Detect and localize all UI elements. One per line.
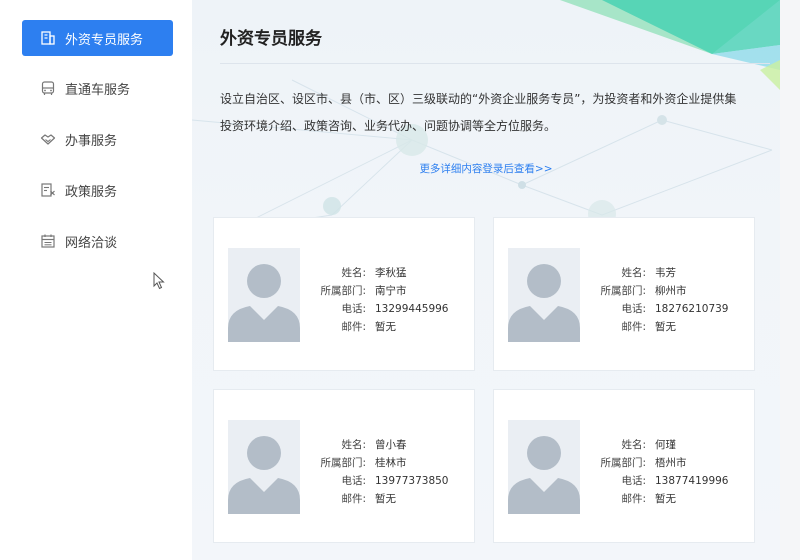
specialist-department: 桂林市: [375, 457, 407, 469]
name-label: 姓名:: [341, 439, 366, 451]
specialist-email: 暂无: [655, 321, 676, 333]
page-title: 外资专员服务: [220, 29, 322, 49]
phone-label: 电话:: [621, 303, 646, 315]
sidebar: 外资专员服务 直通车服务 办事服务 政策服务 网络洽谈: [0, 0, 192, 560]
phone-label: 电话:: [341, 303, 366, 315]
specialist-name: 李秋猛: [375, 267, 407, 279]
description-line: 设立自治区、设区市、县（市、区）三级联动的“外资企业服务专员”，为投资者和外资企…: [220, 92, 737, 106]
divider: [220, 63, 770, 64]
name-label: 姓名:: [341, 267, 366, 279]
bus-icon: [40, 80, 56, 96]
department-label: 所属部门:: [320, 285, 366, 297]
specialist-card: 姓名: 曾小春 所属部门: 桂林市 电话: 13977373850 邮件: 暂无: [213, 389, 475, 543]
building-icon: [40, 30, 56, 46]
specialist-department: 梧州市: [655, 457, 687, 469]
specialist-phone: 18276210739: [655, 303, 729, 315]
specialist-info: 姓名: 何瑾 所属部门: 梧州市 电话: 13877419996 邮件: 暂无: [590, 436, 729, 508]
specialist-name: 何瑾: [655, 439, 676, 451]
phone-label: 电话:: [341, 475, 366, 487]
specialist-phone: 13977373850: [375, 475, 449, 487]
specialist-department: 南宁市: [375, 285, 407, 297]
sidebar-item-foreign-investment-specialist[interactable]: 外资专员服务: [22, 20, 173, 56]
mouse-cursor-icon: [153, 272, 165, 290]
name-label: 姓名:: [621, 267, 646, 279]
email-label: 邮件:: [341, 493, 366, 505]
department-label: 所属部门:: [320, 457, 366, 469]
service-description: 设立自治区、设区市、县（市、区）三级联动的“外资企业服务专员”，为投资者和外资企…: [220, 86, 768, 140]
more-details-login-link[interactable]: 更多详细内容登录后查看>>: [192, 161, 780, 176]
main-panel: 外资专员服务 设立自治区、设区市、县（市、区）三级联动的“外资企业服务专员”，为…: [192, 0, 780, 560]
specialist-phone: 13299445996: [375, 303, 449, 315]
specialist-name: 韦芳: [655, 267, 676, 279]
department-label: 所属部门:: [600, 285, 646, 297]
department-label: 所属部门:: [600, 457, 646, 469]
email-label: 邮件:: [341, 321, 366, 333]
phone-label: 电话:: [621, 475, 646, 487]
specialist-email: 暂无: [375, 493, 396, 505]
avatar-placeholder: [228, 420, 300, 514]
sidebar-item-label: 网络洽谈: [65, 235, 118, 251]
calendar-icon: [40, 233, 56, 249]
specialist-name: 曾小春: [375, 439, 407, 451]
sidebar-item-policy-service[interactable]: 政策服务: [22, 172, 173, 208]
description-line: 投资环境介绍、政策咨询、业务代办、问题协调等全方位服务。: [220, 119, 557, 133]
specialist-card: 姓名: 李秋猛 所属部门: 南宁市 电话: 13299445996 邮件: 暂无: [213, 217, 475, 371]
sidebar-item-label: 政策服务: [65, 184, 118, 200]
avatar-placeholder: [508, 248, 580, 342]
specialist-department: 柳州市: [655, 285, 687, 297]
specialist-info: 姓名: 韦芳 所属部门: 柳州市 电话: 18276210739 邮件: 暂无: [590, 264, 729, 336]
specialist-card: 姓名: 韦芳 所属部门: 柳州市 电话: 18276210739 邮件: 暂无: [493, 217, 755, 371]
sidebar-item-label: 办事服务: [65, 133, 118, 149]
sidebar-item-affairs-service[interactable]: 办事服务: [22, 121, 173, 157]
name-label: 姓名:: [621, 439, 646, 451]
specialist-info: 姓名: 曾小春 所属部门: 桂林市 电话: 13977373850 邮件: 暂无: [310, 436, 449, 508]
specialist-phone: 13877419996: [655, 475, 729, 487]
sidebar-item-online-negotiation[interactable]: 网络洽谈: [22, 223, 173, 259]
avatar-placeholder: [228, 248, 300, 342]
specialist-email: 暂无: [655, 493, 676, 505]
specialist-card: 姓名: 何瑾 所属部门: 梧州市 电话: 13877419996 邮件: 暂无: [493, 389, 755, 543]
email-label: 邮件:: [621, 493, 646, 505]
policy-doc-icon: [40, 182, 56, 198]
sidebar-item-label: 直通车服务: [65, 82, 131, 98]
scrollbar[interactable]: [780, 0, 800, 560]
specialist-info: 姓名: 李秋猛 所属部门: 南宁市 电话: 13299445996 邮件: 暂无: [310, 264, 449, 336]
avatar-placeholder: [508, 420, 580, 514]
sidebar-item-label: 外资专员服务: [65, 32, 144, 48]
specialist-email: 暂无: [375, 321, 396, 333]
handshake-icon: [40, 131, 56, 147]
sidebar-item-direct-service[interactable]: 直通车服务: [22, 70, 173, 106]
email-label: 邮件:: [621, 321, 646, 333]
